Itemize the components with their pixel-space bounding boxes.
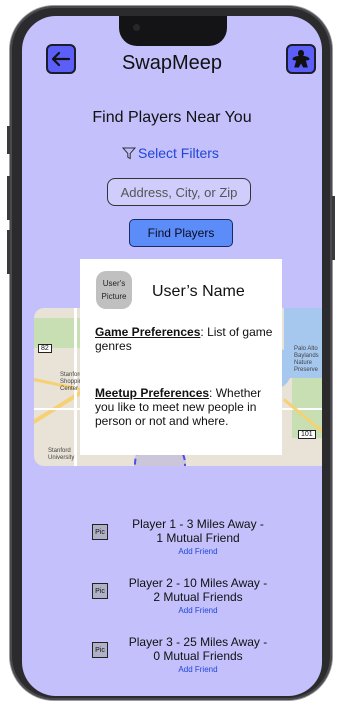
app-title: SwapMeep <box>121 52 223 74</box>
select-filters-label: Select Filters <box>138 145 219 161</box>
game-preferences: Game Preferences: List of game genres <box>95 325 275 353</box>
player-list-item[interactable]: Pic Player 2 - 10 Miles Away - 2 Mutual … <box>92 576 302 615</box>
player-picture: Pic <box>92 524 108 540</box>
location-search-input[interactable] <box>107 178 251 206</box>
mute-switch <box>7 126 10 154</box>
app-screen: SwapMeep Find Players Near You Select Fi… <box>22 16 322 696</box>
map-label-preserve: Palo Alto Baylands Nature Preserve <box>294 346 319 373</box>
player-info: Player 1 - 3 Miles Away - 1 Mutual Frien… <box>118 517 278 545</box>
player-mutual-friends: 0 Mutual Friends <box>153 649 243 663</box>
add-friend-link[interactable]: Add Friend <box>118 665 278 674</box>
add-friend-link[interactable]: Add Friend <box>118 547 278 556</box>
route-shield-82: 82 <box>38 344 52 353</box>
select-filters-link[interactable]: Select Filters <box>122 144 219 162</box>
meetup-preferences-title: Meetup Preferences <box>95 386 210 400</box>
find-players-button[interactable]: Find Players <box>129 219 233 247</box>
meetup-preferences: Meetup Preferences: Whether you like to … <box>95 386 275 428</box>
player-distance: Player 2 - 10 Miles Away - <box>128 576 268 590</box>
camera-dot <box>133 24 140 31</box>
user-name: User’s Name <box>152 283 245 300</box>
add-friend-link[interactable]: Add Friend <box>118 606 278 615</box>
player-info: Player 2 - 10 Miles Away - 2 Mutual Frie… <box>118 576 278 604</box>
notch <box>119 16 227 46</box>
player-distance: Player 3 - 25 Miles Away - <box>128 635 268 649</box>
user-picture: User's Picture <box>96 271 132 309</box>
player-list-item[interactable]: Pic Player 1 - 3 Miles Away - 1 Mutual F… <box>92 517 302 556</box>
filter-icon <box>122 147 136 160</box>
player-mutual-friends: 2 Mutual Friends <box>153 590 243 604</box>
volume-down-button <box>7 230 10 274</box>
game-preferences-title: Game Preferences <box>95 325 201 339</box>
player-distance: Player 1 - 3 Miles Away - <box>132 517 264 531</box>
player-mutual-friends: 1 Mutual Friend <box>156 531 240 545</box>
power-button <box>332 196 335 260</box>
route-shield-101: 101 <box>298 430 316 439</box>
user-picture-label-1: User's <box>102 279 126 288</box>
player-picture: Pic <box>92 583 108 599</box>
meeple-icon <box>292 50 310 68</box>
player-info: Player 3 - 25 Miles Away - 0 Mutual Frie… <box>118 635 278 663</box>
player-picture: Pic <box>92 642 108 658</box>
find-players-heading: Find Players Near You <box>92 109 252 126</box>
user-picture-label-2: Picture <box>101 292 127 301</box>
volume-up-button <box>7 176 10 220</box>
player-list-item[interactable]: Pic Player 3 - 25 Miles Away - 0 Mutual … <box>92 635 302 674</box>
user-profile-card: User's Picture User’s Name Game Preferen… <box>80 259 282 455</box>
profile-button[interactable] <box>286 44 316 74</box>
